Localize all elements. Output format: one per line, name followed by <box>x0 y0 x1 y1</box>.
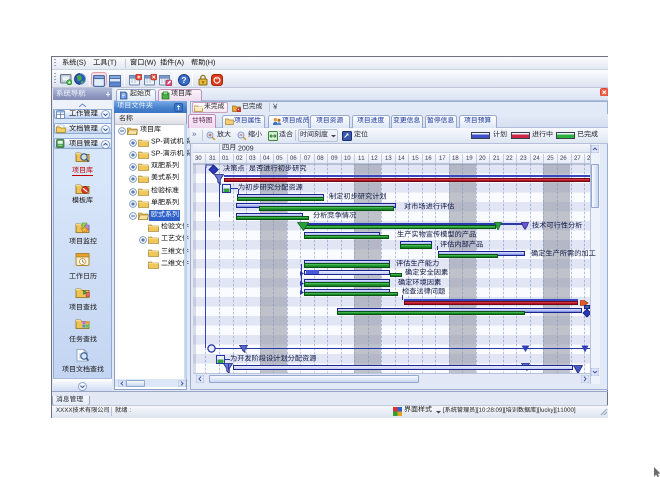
svg-text:?: ? <box>181 75 186 85</box>
